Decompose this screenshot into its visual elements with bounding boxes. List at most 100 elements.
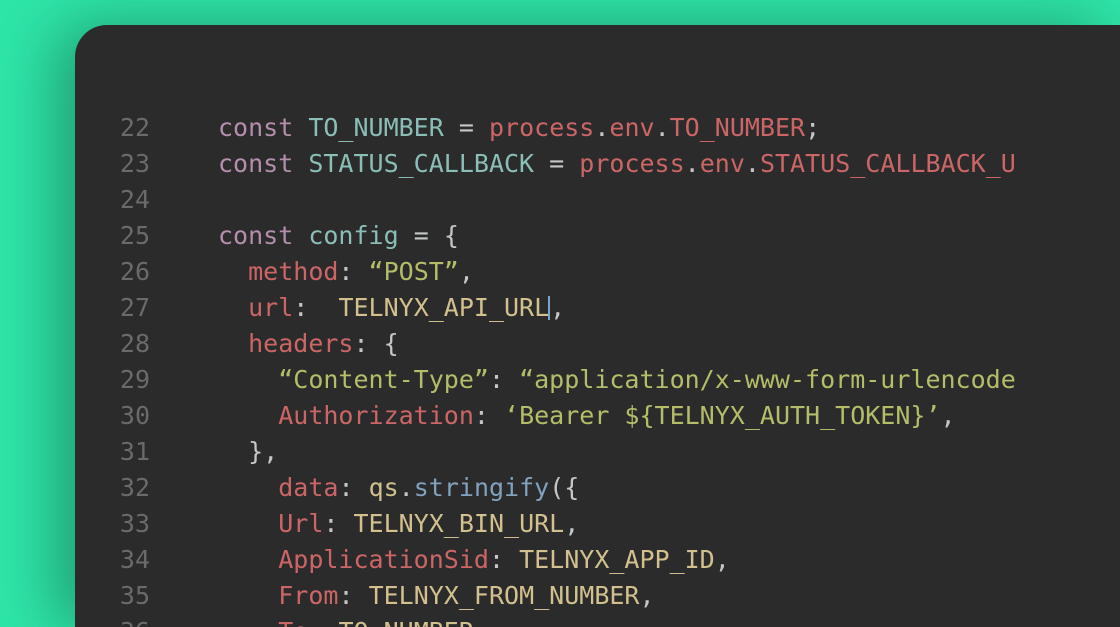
code-token <box>293 149 308 178</box>
code-token: ApplicationSid <box>278 545 489 574</box>
code-token: , <box>941 401 956 430</box>
code-token: url <box>248 293 293 322</box>
code-token <box>218 257 248 286</box>
code-token: const <box>218 113 293 142</box>
code-token <box>218 293 248 322</box>
code-line[interactable]: ApplicationSid: TELNYX_APP_ID, <box>218 542 1120 578</box>
code-token: TO_NUMBER <box>308 113 443 142</box>
code-token: TELNYX_FROM_NUMBER <box>369 581 640 610</box>
code-token <box>564 149 579 178</box>
code-token: TELNYX_BIN_URL <box>354 509 565 538</box>
code-token <box>218 473 278 502</box>
code-token: config <box>308 221 398 250</box>
code-token: = <box>549 149 564 178</box>
code-token: = <box>459 113 474 142</box>
code-token <box>218 329 248 358</box>
code-token: method <box>248 257 338 286</box>
code-token: : <box>338 473 353 502</box>
code-token <box>444 113 459 142</box>
code-token: , <box>715 545 730 574</box>
code-token: From <box>278 581 338 610</box>
code-token: , <box>474 617 489 627</box>
code-token <box>369 329 384 358</box>
code-token <box>218 617 278 627</box>
code-token: data <box>278 473 338 502</box>
code-token: process <box>489 113 594 142</box>
code-line[interactable]: data: qs.stringify({ <box>218 470 1120 506</box>
line-number: 35 <box>75 578 150 614</box>
code-line[interactable]: }, <box>218 434 1120 470</box>
code-token <box>218 545 278 574</box>
code-token <box>354 581 369 610</box>
code-token: env <box>609 113 654 142</box>
line-number: 32 <box>75 470 150 506</box>
code-token: TELNYX_API_URL <box>323 293 549 322</box>
code-token: : <box>489 545 504 574</box>
code-token: , <box>564 509 579 538</box>
code-token <box>218 581 278 610</box>
line-number: 33 <box>75 506 150 542</box>
code-token: { <box>384 329 399 358</box>
code-token: : <box>293 293 308 322</box>
code-token <box>293 113 308 142</box>
code-token: TO_NUMBER <box>338 617 473 627</box>
code-token: STATUS_CALLBACK <box>308 149 534 178</box>
code-line[interactable]: “Content-Type”: “application/x-www-form-… <box>218 362 1120 398</box>
line-number: 24 <box>75 182 150 218</box>
code-line[interactable]: url: TELNYX_API_URL, <box>218 290 1120 326</box>
code-token: , <box>459 257 474 286</box>
code-line[interactable]: const TO_NUMBER = process.env.TO_NUMBER; <box>218 110 1120 146</box>
code-token: “application/x-www-form-urlencode <box>519 365 1016 394</box>
code-token: STATUS_CALLBACK_U <box>760 149 1016 178</box>
code-token: const <box>218 221 293 250</box>
code-editor-window: 222324252627282930313233343536 const TO_… <box>75 25 1120 627</box>
code-token: . <box>594 113 609 142</box>
code-token: TO_NUMBER <box>670 113 805 142</box>
code-token: , <box>263 437 278 466</box>
code-token <box>338 509 353 538</box>
code-line[interactable] <box>218 182 1120 218</box>
code-token <box>474 113 489 142</box>
code-line[interactable]: Url: TELNYX_BIN_URL, <box>218 506 1120 542</box>
code-token: , <box>550 293 565 322</box>
line-number: 29 <box>75 362 150 398</box>
code-token: . <box>685 149 700 178</box>
code-token <box>218 401 278 430</box>
code-token: headers <box>248 329 353 358</box>
code-token: const <box>218 149 293 178</box>
line-number: 27 <box>75 290 150 326</box>
code-token: : <box>338 581 353 610</box>
code-line[interactable]: const config = { <box>218 218 1120 254</box>
line-number: 23 <box>75 146 150 182</box>
code-token: Url <box>278 509 323 538</box>
code-line[interactable]: From: TELNYX_FROM_NUMBER, <box>218 578 1120 614</box>
code-token <box>429 221 444 250</box>
code-line[interactable]: method: “POST”, <box>218 254 1120 290</box>
line-number: 34 <box>75 542 150 578</box>
code-line[interactable]: const STATUS_CALLBACK = process.env.STAT… <box>218 146 1120 182</box>
editor-content: 222324252627282930313233343536 const TO_… <box>75 25 1120 627</box>
code-token <box>489 401 504 430</box>
code-line[interactable]: headers: { <box>218 326 1120 362</box>
line-number: 36 <box>75 614 150 627</box>
code-area[interactable]: const TO_NUMBER = process.env.TO_NUMBER;… <box>170 110 1120 627</box>
code-line[interactable]: Authorization: ‘Bearer ${TELNYX_AUTH_TOK… <box>218 398 1120 434</box>
code-token <box>218 437 248 466</box>
code-token: : <box>323 509 338 538</box>
code-token: { <box>444 221 459 250</box>
code-token: ‘Bearer ${TELNYX_AUTH_TOKEN}’ <box>504 401 941 430</box>
code-token: : <box>353 329 368 358</box>
code-token: ( <box>549 473 564 502</box>
line-number: 22 <box>75 110 150 146</box>
code-token <box>399 221 414 250</box>
code-token: process <box>579 149 684 178</box>
line-number: 30 <box>75 398 150 434</box>
code-token: } <box>248 437 263 466</box>
line-number: 28 <box>75 326 150 362</box>
code-token: stringify <box>414 473 549 502</box>
code-line[interactable]: To: TO_NUMBER, <box>218 614 1120 627</box>
code-token <box>218 509 278 538</box>
code-token: { <box>564 473 579 502</box>
line-number: 25 <box>75 218 150 254</box>
code-token <box>354 473 369 502</box>
